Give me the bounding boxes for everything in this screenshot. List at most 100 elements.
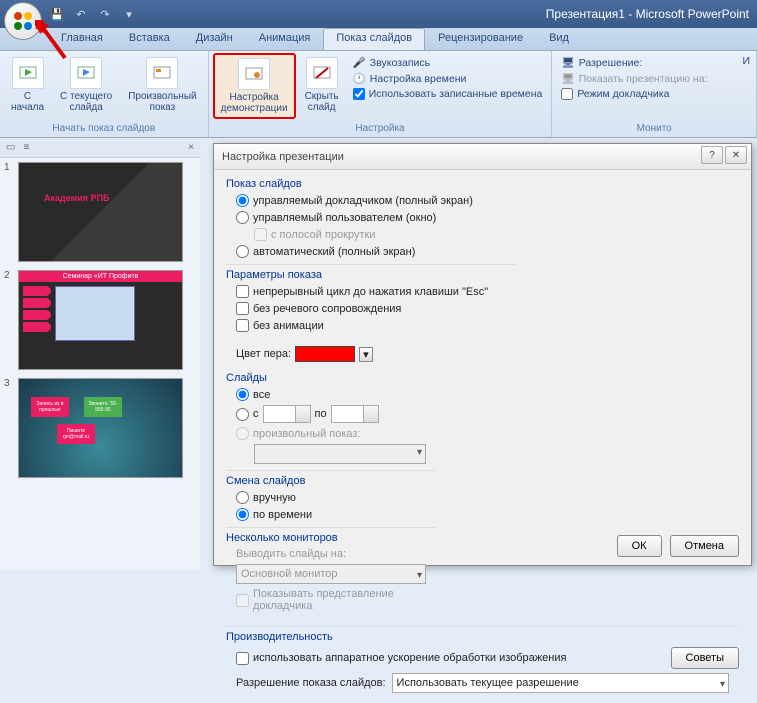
ribbon-group-setup: Настройка демонстрации Скрыть слайд 🎤Зву… [209,51,553,137]
ribbon-tabs: Главная Вставка Дизайн Анимация Показ сл… [0,28,757,51]
rehearse-timings-button[interactable]: 🕐Настройка времени [350,71,546,86]
resolution-combo[interactable]: Использовать текущее разрешение [392,673,729,693]
radio-speaker[interactable]: управляемый докладчиком (полный экран) [226,192,516,209]
slides-list[interactable]: 1 Академия РПБ 2 Семинар «ИТ Профитв 3 [0,158,200,570]
slides-panel: ▭ ≡ × 1 Академия РПБ 2 Семинар «ИТ Профи… [0,138,200,570]
presenter-view-checkbox[interactable]: Режим докладчика [558,87,710,101]
radio-manual[interactable]: вручную [226,489,436,506]
pen-color-row: Цвет пера: ▾ [226,344,516,364]
window-title: Презентация1 - Microsoft PowerPoint [546,7,749,21]
fieldset-performance: Производительность использовать аппаратн… [226,631,739,695]
setup-icon [238,58,270,90]
panel-tab-strip: ▭ ≡ × [0,138,200,158]
clock-icon: 🕐 [353,72,366,85]
slide-preview: Семинар «ИТ Профитв [18,270,183,370]
checkbox-hwaccel[interactable]: использовать аппаратное ускорение обрабо… [236,652,566,665]
from-current-label: С текущего слайда [60,91,112,113]
tab-view[interactable]: Вид [536,28,582,50]
radio-from-to[interactable]: спо [226,403,436,425]
tips-button[interactable]: Советы [671,647,739,669]
resolution-label: Разрешение показа слайдов: [236,677,386,689]
ribbon: С начала С текущего слайда Произвольный … [0,51,757,138]
tab-slideshow[interactable]: Показ слайдов [323,28,425,50]
radio-kiosk[interactable]: автоматический (полный экран) [226,243,516,260]
display-label: Выводить слайды на: [226,546,436,562]
checkbox-loop[interactable]: непрерывный цикл до нажатия клавиши "Esc… [226,283,516,300]
ribbon-group-monitors-label: Монито [556,122,752,135]
display-combo: Основной монитор [236,564,426,584]
office-button[interactable] [4,2,42,40]
to-spinner[interactable] [331,405,379,423]
fieldset-advance: Смена слайдов вручную по времени [226,475,436,523]
undo-icon[interactable]: ↶ [72,5,90,23]
from-beginning-button[interactable]: С начала [4,53,51,117]
tab-review[interactable]: Рецензирование [425,28,536,50]
from-current-button[interactable]: С текущего слайда [53,53,119,117]
tab-insert[interactable]: Вставка [116,28,183,50]
custom-show-combo [254,444,426,464]
fieldset-monitors: Несколько мониторов Выводить слайды на: … [226,532,436,614]
slide-thumb-2[interactable]: 2 Семинар «ИТ Профитв [4,270,196,370]
checkbox-scrollbar: с полосой прокрутки [226,226,516,243]
ribbon-group-start-label: Начать показ слайдов [4,122,204,135]
fieldset-slides: Слайды все спо произвольный показ: [226,372,436,466]
slide-number: 3 [4,378,14,478]
setup-show-dialog: Настройка презентации ? ✕ Показ слайдов … [213,143,752,566]
slide-thumb-1[interactable]: 1 Академия РПБ [4,162,196,262]
record-narration-button[interactable]: 🎤Звукозапись [350,55,546,70]
setup-slideshow-button[interactable]: Настройка демонстрации [213,53,296,119]
cancel-button[interactable]: Отмена [670,535,739,557]
hide-icon [306,57,338,89]
dialog-title: Настройка презентации [222,151,344,163]
panel-close-icon[interactable]: × [188,142,194,153]
custom-show-icon [146,57,178,89]
title-bar: 💾 ↶ ↷ ▾ Презентация1 - Microsoft PowerPo… [0,0,757,28]
setup-label: Настройка демонстрации [221,92,288,114]
mic-icon: 🎤 [353,56,366,69]
pen-color-swatch[interactable] [295,346,355,362]
chevron-down-icon[interactable]: ▾ [359,347,373,362]
dialog-title-bar[interactable]: Настройка презентации ? ✕ [214,144,751,170]
tab-animation[interactable]: Анимация [246,28,324,50]
checkbox-animation[interactable]: без анимации [226,317,516,334]
play-current-icon [70,57,102,89]
close-button[interactable]: ✕ [725,146,747,164]
custom-show-label: Произвольный показ [128,91,196,113]
quick-access-toolbar: 💾 ↶ ↷ ▾ [48,5,138,23]
from-beginning-label: С начала [11,91,44,113]
tab-home[interactable]: Главная [48,28,116,50]
save-icon[interactable]: 💾 [48,5,66,23]
redo-icon[interactable]: ↷ [96,5,114,23]
checkbox-narration[interactable]: без речевого сопровождения [226,300,516,317]
ribbon-group-start: С начала С текущего слайда Произвольный … [0,51,209,137]
ribbon-group-setup-label: Настройка [213,122,548,135]
slide-preview: Запись из в прошлые Звоните: 55-555-55 П… [18,378,183,478]
qat-customize-icon[interactable]: ▾ [120,5,138,23]
dialog-footer: ОК Отмена [617,535,739,557]
custom-show-button[interactable]: Произвольный показ [121,53,203,117]
radio-all-slides[interactable]: все [226,386,436,403]
hide-slide-button[interactable]: Скрыть слайд [298,53,346,117]
monitor-icon: 🖥 [561,56,574,69]
slide-thumb-3[interactable]: 3 Запись из в прошлые Звоните: 55-555-55… [4,378,196,478]
tab-design[interactable]: Дизайн [183,28,246,50]
show-on-row: 🖥Показать презентацию на: [558,71,710,86]
slide-number: 2 [4,270,14,370]
play-icon [12,57,44,89]
ok-button[interactable]: ОК [617,535,662,557]
resolution-row: 🖥Разрешение: [558,55,710,70]
radio-custom-show: произвольный показ: [226,425,436,442]
slide-preview: Академия РПБ [18,162,183,262]
radio-timings[interactable]: по времени [226,506,436,523]
from-spinner[interactable] [263,405,311,423]
use-timings-checkbox[interactable]: Использовать записанные времена [350,87,546,101]
help-button[interactable]: ? [701,146,723,164]
checkbox-presenter-view: Показывать представление докладчика [226,586,436,614]
hide-label: Скрыть слайд [305,91,339,113]
outline-tab-icon[interactable]: ≡ [23,142,29,153]
fieldset-show-type: Показ слайдов управляемый докладчиком (п… [226,178,516,260]
slides-tab-icon[interactable]: ▭ [6,142,15,153]
ribbon-group-monitors: 🖥Разрешение: 🖥Показать презентацию на: Р… [552,51,757,137]
fieldset-show-options: Параметры показа непрерывный цикл до наж… [226,269,516,364]
radio-individual[interactable]: управляемый пользователем (окно) [226,209,516,226]
